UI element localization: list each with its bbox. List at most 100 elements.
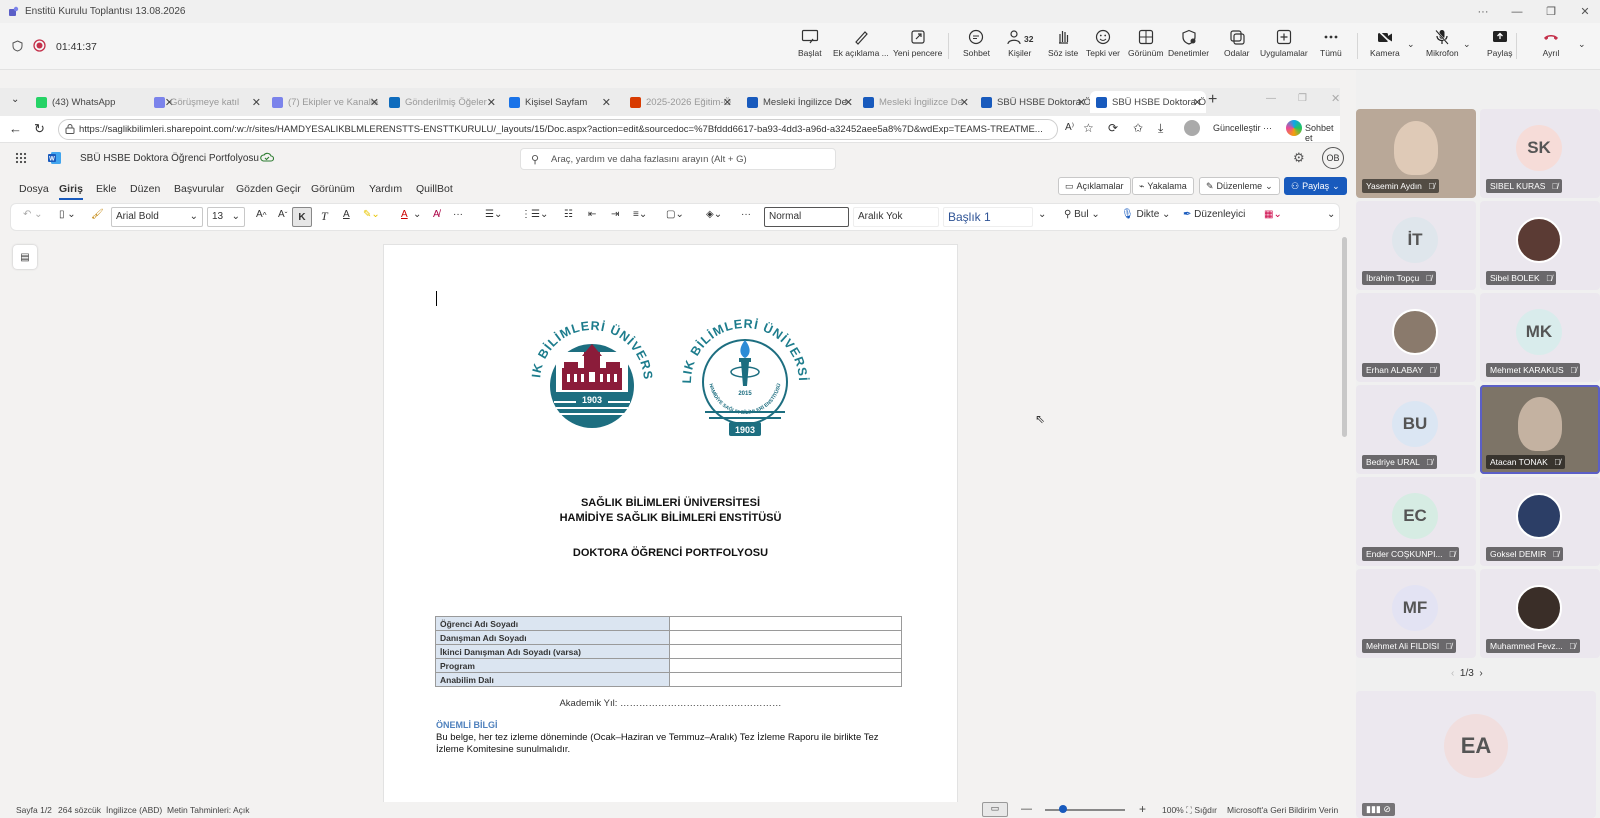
shrink-font-icon[interactable]: Aˇ: [278, 209, 287, 220]
tab-dosya[interactable]: Dosya: [19, 183, 49, 195]
tab-close-icon[interactable]: ✕: [960, 96, 969, 109]
tab-close-icon[interactable]: ✕: [1077, 96, 1086, 109]
document-page[interactable]: SAĞLIK BİLİMLERİ ÜNİVERSİTESİ 1903 SAĞLI…: [384, 245, 957, 815]
share-document-button[interactable]: ⚇ Paylaş ⌄: [1284, 177, 1347, 195]
table-row[interactable]: İkinci Danışman Adı Soyadı (varsa): [435, 644, 902, 659]
numbering-icon[interactable]: ⋮☰⌄: [521, 209, 548, 220]
find-button[interactable]: ⚲ Bul ⌄: [1064, 209, 1100, 220]
tab-list-chevron-icon[interactable]: ⌄: [11, 94, 19, 105]
copilot-chat-label[interactable]: Sohbet et: [1305, 123, 1340, 143]
new-window-button[interactable]: Yeni pencere: [893, 29, 942, 58]
participant-tile[interactable]: İT İbrahim Topçu 🎙̸: [1356, 201, 1476, 290]
chevron-down-icon[interactable]: ⌄: [1407, 39, 1415, 50]
user-avatar[interactable]: OB: [1322, 147, 1344, 169]
browser-tab[interactable]: Gönderilmiş Öğeler ✕: [383, 91, 500, 113]
browser-tab[interactable]: Mesleki İngilizce De ✕: [741, 91, 857, 113]
profile-avatar[interactable]: [1184, 120, 1200, 136]
tab-close-icon[interactable]: ✕: [487, 96, 496, 109]
tab-close-icon[interactable]: ✕: [723, 96, 732, 109]
tab-close-icon[interactable]: ✕: [844, 96, 853, 109]
leave-button[interactable]: Ayrıl: [1542, 29, 1560, 58]
font-size-select[interactable]: 13 ⌄: [207, 207, 245, 227]
browser-tab[interactable]: Kişisel Sayfam ✕: [503, 91, 615, 113]
style-normal[interactable]: Normal: [764, 207, 849, 227]
document-title[interactable]: SBÜ HSBE Doktora Öğrenci Portfolyosu: [80, 153, 259, 164]
highlight-icon[interactable]: ✎⌄: [363, 209, 380, 220]
increase-indent-icon[interactable]: ⇥: [611, 209, 619, 220]
favorites-icon[interactable]: ✩: [1133, 121, 1143, 135]
zoom-slider-thumb[interactable]: [1059, 805, 1067, 813]
zoom-slider[interactable]: [1045, 809, 1125, 811]
more-actions-button[interactable]: Tümü: [1320, 29, 1342, 58]
participant-tile[interactable]: Goksel DEMIR 🎙̸: [1480, 477, 1600, 566]
react-button[interactable]: Tepki ver: [1086, 29, 1120, 58]
page-view-icon[interactable]: ▭: [982, 802, 1008, 817]
minimize-button[interactable]: —: [1500, 0, 1534, 23]
addins-icon[interactable]: ▦⌄: [1264, 209, 1282, 220]
update-button[interactable]: Güncelleştir ···: [1213, 123, 1272, 133]
table-row[interactable]: Danışman Adı Soyadı: [435, 630, 902, 645]
tab-close-icon[interactable]: ✕: [602, 96, 611, 109]
tab-gozden-gecir[interactable]: Gözden Geçir: [236, 183, 301, 195]
tab-quillbot[interactable]: QuillBot: [416, 183, 453, 195]
fit-button[interactable]: ⛶ Sığdır: [1186, 805, 1217, 816]
editing-mode-button[interactable]: ✎ Düzenleme ⌄: [1199, 177, 1280, 195]
paste-icon[interactable]: ▯ ⌄: [59, 209, 76, 220]
bullets-icon[interactable]: ☰⌄: [485, 209, 502, 220]
rooms-button[interactable]: Odalar: [1224, 29, 1250, 58]
browser-tab[interactable]: Görüşmeye katıl ✕: [148, 91, 265, 113]
tab-duzen[interactable]: Düzen: [130, 183, 160, 195]
app-launcher-icon[interactable]: [15, 152, 27, 164]
comments-button[interactable]: ▭ Açıklamalar: [1058, 177, 1131, 195]
chevron-down-icon[interactable]: ⌄: [413, 209, 421, 220]
browser-tab[interactable]: SBÜ HSBE Doktora Ö ✕: [1090, 91, 1206, 113]
participant-tile[interactable]: SK SIBEL KURAS 🎙̸: [1480, 109, 1600, 198]
maximize-button[interactable]: ❐: [1534, 0, 1568, 23]
tab-gorunum[interactable]: Görünüm: [311, 183, 355, 195]
more-icon[interactable]: ···: [453, 209, 463, 220]
raise-hand-button[interactable]: Söz iste: [1048, 29, 1078, 58]
italic-button[interactable]: T: [321, 209, 328, 224]
start-presenting-button[interactable]: Başlat: [798, 29, 822, 58]
font-color-icon[interactable]: A: [401, 209, 408, 220]
undo-icon[interactable]: ↶ ⌄: [23, 209, 43, 220]
vertical-scrollbar[interactable]: [1342, 237, 1347, 437]
people-button[interactable]: 32 Kişiler: [1006, 29, 1033, 58]
borders-icon[interactable]: ▢⌄: [666, 209, 684, 220]
student-info-table[interactable]: Öğrenci Adı Soyadı Danışman Adı Soyadı İ…: [435, 616, 902, 687]
multilevel-list-icon[interactable]: ☷: [564, 209, 573, 220]
participant-tile[interactable]: MK Mehmet KARAKUS 🎙̸: [1480, 293, 1600, 382]
tab-ekle[interactable]: Ekle: [96, 183, 116, 195]
tab-close-icon[interactable]: ✕: [1193, 96, 1202, 109]
navigation-pane-icon[interactable]: ▤: [13, 245, 37, 269]
refresh-icon[interactable]: ↻: [34, 121, 45, 137]
more-icon[interactable]: ···: [741, 209, 751, 220]
copilot-icon[interactable]: [1286, 120, 1302, 136]
text-predictions[interactable]: Metin Tahminleri: Açık: [167, 805, 250, 815]
search-input[interactable]: ⚲ Araç, yardım ve daha fazlasını arayın …: [520, 148, 836, 170]
zoom-level[interactable]: 100%: [1162, 805, 1184, 815]
participant-tile[interactable]: Atacan TONAK 🎙̸: [1480, 385, 1600, 474]
table-row[interactable]: Program: [435, 658, 902, 673]
table-row[interactable]: Öğrenci Adı Soyadı: [435, 616, 902, 631]
styles-expand-icon[interactable]: ⌄: [1038, 209, 1046, 220]
tab-close-icon[interactable]: ✕: [252, 96, 261, 109]
participant-tile[interactable]: MF Mehmet Ali FILDISI 🎙̸: [1356, 569, 1476, 658]
tab-yardim[interactable]: Yardım: [369, 183, 402, 195]
participant-tile[interactable]: Sibel BOLEK 🎙̸: [1480, 201, 1600, 290]
controls-button[interactable]: Denetimler: [1168, 29, 1209, 58]
feedback-link[interactable]: Microsoft'a Geri Bildirim Verin: [1227, 805, 1338, 815]
browser-tab[interactable]: (7) Ekipler ve Kanalla ✕: [266, 91, 383, 113]
favorite-star-icon[interactable]: ☆: [1083, 121, 1094, 135]
catchup-button[interactable]: ⌁ Yakalama: [1132, 177, 1194, 195]
ribbon-expand-icon[interactable]: ⌄: [1327, 209, 1335, 220]
dictate-button[interactable]: 🎙 Dikte ⌄: [1121, 209, 1170, 220]
page-counter[interactable]: Sayfa 1/2: [16, 805, 52, 815]
site-info-icon[interactable]: [65, 124, 75, 134]
chevron-right-icon[interactable]: ›: [1479, 668, 1482, 679]
format-painter-icon[interactable]: 🖌: [91, 209, 104, 220]
browser-tab[interactable]: SBÜ HSBE Doktora Ö ✕: [975, 91, 1090, 113]
extensions-icon[interactable]: ⟳: [1108, 121, 1118, 135]
settings-gear-icon[interactable]: ⚙: [1293, 150, 1305, 166]
minimize-button[interactable]: —: [1266, 93, 1276, 104]
